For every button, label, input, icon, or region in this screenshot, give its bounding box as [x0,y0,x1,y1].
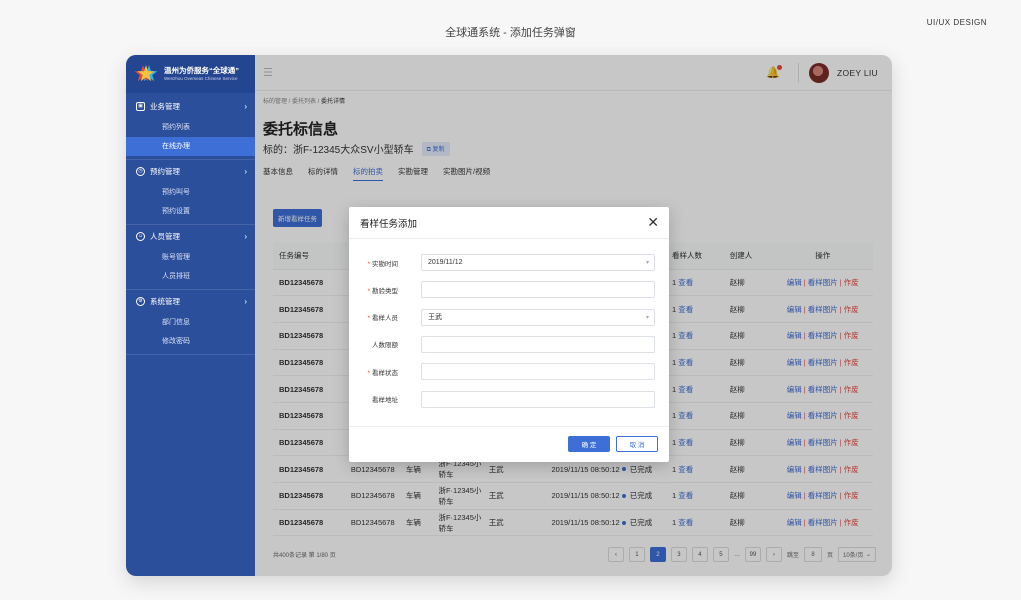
form-label: 人数限额 [372,342,398,350]
sidebar-section-label: 人员管理 [150,231,180,241]
select-field[interactable]: 2019/11/12 ▾ [421,254,655,271]
logo-title: 温州为侨服务“全球通” [164,66,239,75]
sidebar-section: ☺ 人员管理 › 账号管理 人员排班 [126,225,255,290]
form-row: * 看样状态 [349,363,669,381]
form-label: * 实勘时间 [367,260,398,268]
confirm-button[interactable]: 确 定 [568,436,610,452]
select-field[interactable]: 王武 ▾ [421,308,655,326]
sidebar-section: ▣ 业务管理 › 预约列表 在线办理 [126,95,255,160]
sidebar-section: ◷ 预约管理 › 预约叫号 预约设置 [126,160,255,225]
modal-header: 看样任务添加 ✕ [349,207,669,239]
close-icon[interactable]: ✕ [647,214,659,231]
sidebar-section-label: 系统管理 [150,296,180,306]
design-tag: UI/UX DESIGN [926,18,987,27]
chevron-right-icon: › [244,101,247,111]
chevron-right-icon: › [244,166,247,176]
sidebar-section: ⚙ 系统管理 › 部门信息 修改密码 [126,290,255,355]
modal-footer: 确 定 取 消 [349,426,669,462]
sidebar-item[interactable]: 预约列表 [126,117,255,137]
sidebar-item[interactable]: 人员排班 [126,267,255,287]
add-task-modal: 看样任务添加 ✕ * 实勘时间 2019/11/12 ▾ * 勘验类型 * 看样人员 王武 ▾ 人数… [349,207,669,462]
form-row: 看样地址 [349,390,669,408]
dropdown-arrow-icon: ▾ [645,260,649,266]
form-row: 人数限额 [349,335,669,353]
sidebar-item[interactable]: 部门信息 [126,312,255,332]
logo-subtitle: Wenzhou Overseas Chinese Service [164,75,238,81]
required-mark: * [367,260,370,268]
sidebar-item[interactable]: 修改密码 [126,332,255,352]
chevron-right-icon: › [244,296,247,306]
sidebar-item[interactable]: 预约设置 [126,202,255,222]
form-row: * 勘验类型 [349,281,669,299]
business-icon: ▣ [136,101,145,111]
sidebar-section-label: 预约管理 [150,166,180,176]
text-field[interactable] [421,281,655,299]
field-value: 王武 [428,314,442,322]
page-title: 全球通系统 - 添加任务弹窗 [445,27,576,39]
dropdown-arrow-icon: ▾ [645,314,649,321]
required-mark: * [367,287,370,295]
text-field[interactable] [421,335,655,353]
form-label: * 看样状态 [367,369,398,377]
form-row: * 看样人员 王武 ▾ [349,308,669,326]
sidebar-item[interactable]: 预约叫号 [126,182,255,202]
clock-icon: ◷ [136,166,145,176]
sidebar-section-header[interactable]: ⚙ 系统管理 › [126,290,255,312]
sidebar-section-label: 业务管理 [150,101,180,111]
settings-icon: ⚙ [136,296,145,306]
form-label: * 勘验类型 [367,287,398,295]
required-mark: * [367,315,370,323]
sidebar-section-header[interactable]: ☺ 人员管理 › [126,225,255,247]
user-icon: ☺ [136,231,145,241]
sidebar-section-header[interactable]: ◷ 预约管理 › [126,160,255,182]
sidebar-item[interactable]: 账号管理 [126,247,255,267]
form-label: 看样地址 [372,397,398,404]
field-value: 2019/11/12 [428,259,463,266]
sidebar: ★ 温州为侨服务“全球通” Wenzhou Overseas Chinese S… [126,55,255,576]
logo[interactable]: ★ 温州为侨服务“全球通” Wenzhou Overseas Chinese S… [126,55,255,93]
text-field[interactable] [421,363,655,381]
required-mark: * [367,369,370,377]
form-label: * 看样人员 [367,315,398,323]
sidebar-item[interactable]: 在线办理 [126,136,255,156]
cancel-button[interactable]: 取 消 [616,436,658,452]
chevron-right-icon: › [244,231,247,241]
form-row: * 实勘时间 2019/11/12 ▾ [349,254,669,271]
text-field[interactable] [421,390,655,408]
sidebar-section-header[interactable]: ▣ 业务管理 › [126,95,255,117]
sidebar-menu: ▣ 业务管理 › 预约列表 在线办理 ◷ 预约管理 › 预约叫号 预约设置 ☺ 人员管理 › 账号管理 人员… [126,93,255,355]
modal-title: 看样任务添加 [360,218,418,230]
star-logo-icon: ★ [136,61,156,86]
